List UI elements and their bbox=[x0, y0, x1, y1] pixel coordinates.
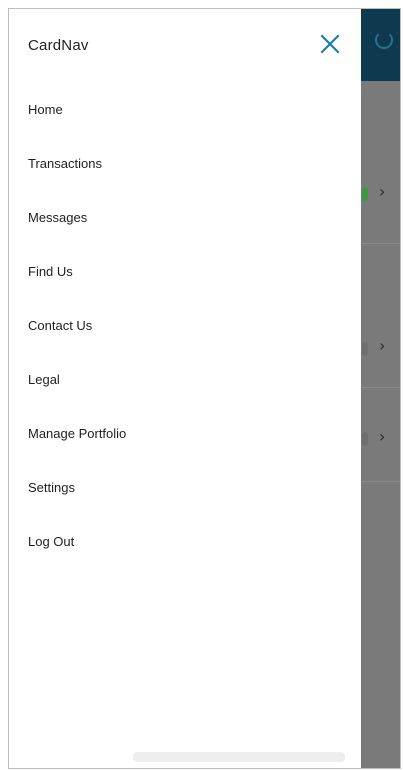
menu-item-home[interactable]: Home bbox=[9, 83, 361, 137]
status-indicator bbox=[362, 342, 368, 356]
chevron-right-icon[interactable]: › bbox=[379, 427, 385, 446]
navigation-drawer: CardNav Home Transactions Messages Find … bbox=[9, 9, 361, 768]
bottom-bar bbox=[133, 752, 345, 762]
app-frame: › › › CardNav Home Transactions Messages… bbox=[8, 8, 401, 769]
drawer-menu: Home Transactions Messages Find Us Conta… bbox=[9, 83, 361, 569]
menu-item-log-out[interactable]: Log Out bbox=[9, 515, 361, 569]
menu-item-contact-us[interactable]: Contact Us bbox=[9, 299, 361, 353]
background-divider bbox=[361, 243, 400, 244]
menu-item-legal[interactable]: Legal bbox=[9, 353, 361, 407]
menu-item-messages[interactable]: Messages bbox=[9, 191, 361, 245]
close-icon bbox=[320, 34, 340, 54]
menu-item-settings[interactable]: Settings bbox=[9, 461, 361, 515]
menu-item-find-us[interactable]: Find Us bbox=[9, 245, 361, 299]
chevron-right-icon[interactable]: › bbox=[379, 182, 385, 201]
refresh-icon[interactable] bbox=[375, 31, 393, 49]
status-indicator bbox=[362, 187, 368, 201]
chevron-right-icon[interactable]: › bbox=[379, 336, 385, 355]
background-divider bbox=[361, 387, 400, 388]
drawer-title: CardNav bbox=[28, 37, 89, 54]
close-button[interactable] bbox=[317, 31, 343, 57]
menu-item-manage-portfolio[interactable]: Manage Portfolio bbox=[9, 407, 361, 461]
status-indicator bbox=[362, 432, 368, 446]
menu-item-transactions[interactable]: Transactions bbox=[9, 137, 361, 191]
background-divider bbox=[361, 481, 400, 482]
